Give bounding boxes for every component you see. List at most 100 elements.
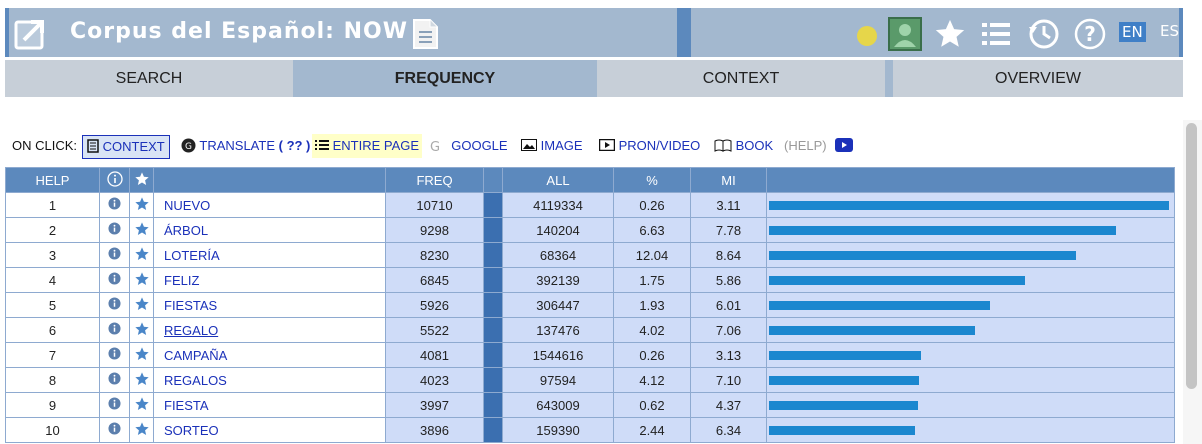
mi-cell: 3.13 xyxy=(690,342,767,368)
info-icon[interactable] xyxy=(99,267,130,293)
pron-video-option[interactable]: PRON/VIDEO xyxy=(598,134,700,158)
star-icon[interactable] xyxy=(129,417,154,443)
star-icon[interactable] xyxy=(933,17,967,55)
info-icon[interactable] xyxy=(99,217,130,243)
context-option-label: CONTEXT xyxy=(102,139,165,154)
mi-cell: 7.78 xyxy=(690,217,767,243)
percent-column-header[interactable]: % xyxy=(613,167,691,193)
user-profile-icon[interactable] xyxy=(888,17,922,55)
word-link[interactable]: FIESTA xyxy=(153,392,386,418)
star-icon[interactable] xyxy=(129,317,154,343)
star-icon[interactable] xyxy=(129,392,154,418)
entire-page-option[interactable]: ENTIRE PAGE xyxy=(312,134,423,158)
image-option-label: IMAGE xyxy=(540,138,583,153)
percent-cell: 0.26 xyxy=(613,342,691,368)
help-icon[interactable]: ? xyxy=(1073,17,1107,55)
document-icon[interactable] xyxy=(411,18,439,54)
mi-cell: 7.06 xyxy=(690,317,767,343)
lang-es-button[interactable]: ES xyxy=(1160,22,1179,40)
all-cell: 140204 xyxy=(502,217,614,243)
translate-option[interactable]: G TRANSLATE ( ?? ) xyxy=(181,134,310,158)
mi-cell: 8.64 xyxy=(690,242,767,268)
mi-cell: 6.01 xyxy=(690,292,767,318)
word-link[interactable]: REGALO xyxy=(153,317,386,343)
word-link[interactable]: ÁRBOL xyxy=(153,217,386,243)
info-icon[interactable] xyxy=(99,417,130,443)
freq-cell[interactable]: 9298 xyxy=(385,217,484,243)
info-icon[interactable] xyxy=(99,192,130,218)
svg-text:G: G xyxy=(185,142,192,152)
word-link[interactable]: LOTERÍA xyxy=(153,242,386,268)
status-dot-icon[interactable] xyxy=(856,25,878,51)
bar-cell xyxy=(766,342,1175,368)
bar-cell xyxy=(766,367,1175,393)
star-column-header[interactable] xyxy=(129,167,154,193)
word-link[interactable]: SORTEO xyxy=(153,417,386,443)
open-external-icon[interactable] xyxy=(14,16,48,54)
history-icon[interactable] xyxy=(1027,17,1061,55)
word-link[interactable]: FIESTAS xyxy=(153,292,386,318)
freq-cell[interactable]: 4081 xyxy=(385,342,484,368)
info-icon[interactable] xyxy=(99,392,130,418)
lang-en-button[interactable]: EN xyxy=(1119,22,1146,42)
play-video-icon[interactable] xyxy=(835,134,853,158)
frequency-bar xyxy=(769,225,1116,235)
info-column-header[interactable] xyxy=(99,167,130,193)
help-link[interactable]: (HELP) xyxy=(784,134,827,158)
mi-cell: 5.86 xyxy=(690,267,767,293)
tab-overview[interactable]: OVERVIEW xyxy=(893,60,1183,97)
star-icon xyxy=(134,171,149,185)
image-option[interactable]: IMAGE xyxy=(521,134,583,158)
word-link[interactable]: REGALOS xyxy=(153,367,386,393)
word-link[interactable]: NUEVO xyxy=(153,192,386,218)
star-icon[interactable] xyxy=(129,242,154,268)
list-icon[interactable] xyxy=(981,20,1011,52)
google-option[interactable]: G GOOGLE xyxy=(428,134,508,158)
info-icon[interactable] xyxy=(99,292,130,318)
google-icon: G xyxy=(430,140,440,155)
freq-cell[interactable]: 4023 xyxy=(385,367,484,393)
tab-frequency[interactable]: FREQUENCY xyxy=(301,60,589,97)
table-row: 3 LOTERÍA 8230 68364 12.04 8.64 xyxy=(5,242,1175,268)
info-icon[interactable] xyxy=(99,367,130,393)
table-row: 7 CAMPAÑA 4081 1544616 0.26 3.13 xyxy=(5,342,1175,368)
word-link[interactable]: FELIZ xyxy=(153,267,386,293)
row-number: 3 xyxy=(5,242,100,268)
freq-cell[interactable]: 8230 xyxy=(385,242,484,268)
help-column-header[interactable]: HELP xyxy=(5,167,100,193)
translate-language-select[interactable]: ( ?? ) xyxy=(279,138,311,153)
star-icon[interactable] xyxy=(129,342,154,368)
freq-cell[interactable]: 6845 xyxy=(385,267,484,293)
star-icon[interactable] xyxy=(129,192,154,218)
star-icon[interactable] xyxy=(129,267,154,293)
mi-cell: 7.10 xyxy=(690,367,767,393)
freq-cell[interactable]: 3997 xyxy=(385,392,484,418)
tab-context[interactable]: CONTEXT xyxy=(597,60,885,97)
freq-cell[interactable]: 5522 xyxy=(385,317,484,343)
freq-cell[interactable]: 3896 xyxy=(385,417,484,443)
freq-column-header[interactable]: FREQ xyxy=(385,167,484,193)
word-link[interactable]: CAMPAÑA xyxy=(153,342,386,368)
book-icon xyxy=(714,139,732,152)
book-option[interactable]: BOOK xyxy=(714,134,773,158)
all-cell: 1544616 xyxy=(502,342,614,368)
spacer-cell xyxy=(483,392,503,418)
star-icon[interactable] xyxy=(129,217,154,243)
info-icon[interactable] xyxy=(99,242,130,268)
tab-search[interactable]: SEARCH xyxy=(5,60,293,97)
freq-cell[interactable]: 5926 xyxy=(385,292,484,318)
table-row: 6 REGALO 5522 137476 4.02 7.06 xyxy=(5,317,1175,343)
spacer-cell xyxy=(483,267,503,293)
freq-cell[interactable]: 10710 xyxy=(385,192,484,218)
percent-cell: 0.62 xyxy=(613,392,691,418)
all-column-header[interactable]: ALL xyxy=(502,167,614,193)
info-icon[interactable] xyxy=(99,317,130,343)
all-cell: 392139 xyxy=(502,267,614,293)
star-icon[interactable] xyxy=(129,292,154,318)
info-icon[interactable] xyxy=(99,342,130,368)
mi-column-header[interactable]: MI xyxy=(690,167,767,193)
context-option[interactable]: CONTEXT xyxy=(82,135,170,159)
star-icon[interactable] xyxy=(129,367,154,393)
scrollbar-thumb[interactable] xyxy=(1186,123,1197,389)
frequency-bar xyxy=(769,300,990,310)
